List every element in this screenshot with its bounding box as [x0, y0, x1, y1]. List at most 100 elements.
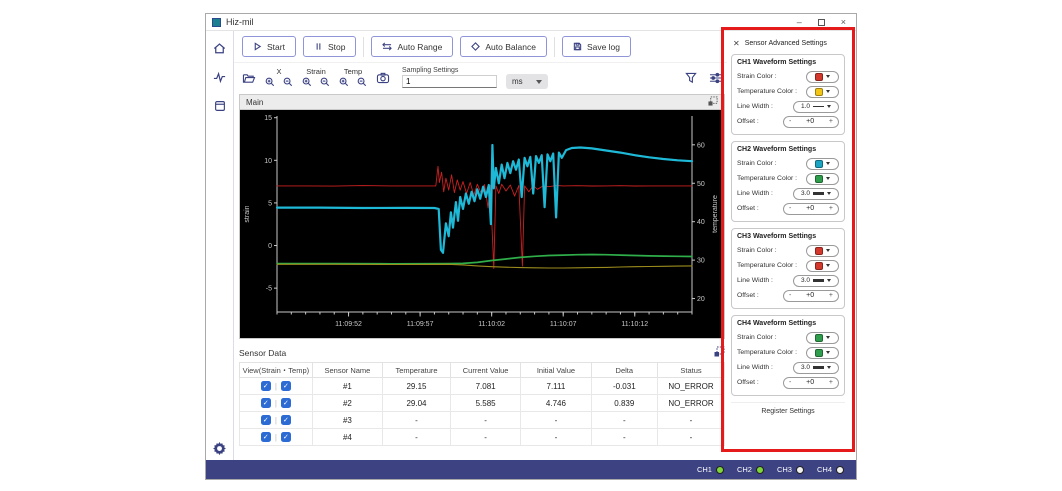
- strain-color-label: Strain Color :: [737, 160, 777, 167]
- home-icon[interactable]: [212, 40, 228, 56]
- float-window-icon[interactable]: [708, 93, 718, 111]
- zoom-out-temp-icon[interactable]: [357, 77, 367, 87]
- ch4-line-width-dropdown[interactable]: 3.0: [793, 361, 839, 374]
- waveform-icon[interactable]: [212, 69, 228, 85]
- ch2-line-width-dropdown[interactable]: 3.0: [793, 187, 839, 200]
- offset-minus-button[interactable]: -: [789, 292, 791, 299]
- offset-plus-button[interactable]: +: [829, 118, 833, 125]
- offset-plus-button[interactable]: +: [829, 205, 833, 212]
- zoom-in-strain-icon[interactable]: [302, 77, 312, 87]
- ch2-temp-color-dropdown[interactable]: [806, 172, 839, 185]
- sampling-settings: Sampling Settings: [402, 67, 497, 88]
- stop-button[interactable]: Stop: [302, 36, 357, 57]
- temp-view-checkbox[interactable]: ✓: [280, 415, 291, 425]
- ch3-line-width-dropdown[interactable]: 3.0: [793, 274, 839, 287]
- cell-status: NO_ERROR: [657, 394, 725, 412]
- start-button[interactable]: Start: [242, 36, 296, 57]
- offset-minus-button[interactable]: -: [789, 379, 791, 386]
- strain-view-checkbox[interactable]: ✓: [260, 432, 271, 442]
- ch3-temp-color-dropdown[interactable]: [806, 259, 839, 272]
- temp-view-checkbox[interactable]: ✓: [280, 381, 291, 391]
- maximize-button[interactable]: [817, 18, 825, 26]
- strain-view-checkbox[interactable]: ✓: [260, 381, 271, 391]
- ch4-waveform-settings: CH4 Waveform Settings Strain Color : Tem…: [731, 315, 845, 396]
- ch1-line-width-dropdown[interactable]: 1.0: [793, 100, 839, 113]
- ch4-offset-stepper[interactable]: - +0 +: [783, 376, 839, 389]
- offset-minus-button[interactable]: -: [789, 205, 791, 212]
- register-settings-button[interactable]: Register Settings: [731, 402, 845, 418]
- zoom-group-x: X: [265, 68, 293, 87]
- chevron-down-icon: [826, 177, 830, 180]
- open-folder-icon[interactable]: [242, 72, 256, 84]
- zoom-in-temp-icon[interactable]: [339, 77, 349, 87]
- offset-plus-button[interactable]: +: [829, 379, 833, 386]
- ch4-strain-color-dropdown[interactable]: [806, 331, 839, 344]
- temp-view-checkbox[interactable]: ✓: [280, 398, 291, 408]
- status-bar: CH1 CH2 CH3 CH4: [206, 460, 856, 479]
- auto-balance-button[interactable]: Auto Balance: [460, 36, 547, 57]
- float-window-icon[interactable]: [714, 344, 725, 362]
- line-sample: [813, 366, 825, 369]
- chevron-down-icon: [827, 366, 832, 369]
- cell-initial: -: [520, 411, 592, 429]
- panel-close-icon[interactable]: ✕: [733, 39, 740, 48]
- svg-text:10: 10: [264, 158, 272, 165]
- zoom-out-x-icon[interactable]: [283, 77, 293, 87]
- temp-color-label: Temperature Color :: [737, 88, 798, 95]
- close-button[interactable]: ×: [841, 17, 846, 27]
- zoom-out-strain-icon[interactable]: [320, 77, 330, 87]
- strain-view-checkbox[interactable]: ✓: [260, 415, 271, 425]
- line-width-value: 1.0: [800, 103, 811, 110]
- svg-text:40: 40: [697, 219, 705, 226]
- diamond-icon: [471, 42, 481, 51]
- save-log-button[interactable]: Save log: [561, 36, 632, 57]
- waveform-chart[interactable]: -5 0 5 10 15 20 30 40 50 60 11:09:52 11:09:57 11:10:…: [240, 110, 724, 338]
- temp-view-checkbox[interactable]: ✓: [280, 432, 291, 442]
- auto-range-button[interactable]: Auto Range: [371, 36, 454, 57]
- table-row: ✓ | ✓ #4 - - - - -: [239, 428, 725, 446]
- save-icon: [573, 42, 582, 51]
- temp-color-label: Temperature Color :: [737, 262, 798, 269]
- color-swatch: [815, 87, 823, 96]
- cell-current: -: [449, 428, 522, 446]
- offset-label: Offset :: [737, 292, 759, 299]
- status-ch4-label: CH4: [816, 465, 832, 474]
- offset-plus-button[interactable]: +: [829, 292, 833, 299]
- settings-gear-icon[interactable]: [212, 440, 228, 456]
- filter-icon[interactable]: [685, 72, 697, 84]
- temp-color-label: Temperature Color :: [737, 349, 798, 356]
- ch1-strain-color-dropdown[interactable]: [806, 70, 839, 83]
- strain-view-checkbox[interactable]: ✓: [260, 398, 271, 408]
- camera-snapshot-icon[interactable]: [376, 72, 390, 84]
- notebook-icon[interactable]: [212, 98, 228, 114]
- line-width-label: Line Width :: [737, 364, 773, 371]
- zoom-in-x-icon[interactable]: [265, 77, 275, 87]
- ch2-led-icon: [755, 465, 764, 474]
- strain-color-label: Strain Color :: [737, 73, 777, 80]
- chart-tab-main[interactable]: Main: [240, 95, 724, 110]
- ch2-offset-stepper[interactable]: - +0 +: [783, 202, 839, 215]
- ch3-offset-stepper[interactable]: - +0 +: [783, 289, 839, 302]
- cell-status: -: [657, 428, 725, 446]
- sampling-input[interactable]: [402, 75, 497, 88]
- ch4-temp-color-dropdown[interactable]: [806, 346, 839, 359]
- col-sensor-name: Sensor Name: [311, 362, 384, 378]
- chevron-down-icon: [826, 264, 830, 267]
- ch3-strain-color-dropdown[interactable]: [806, 244, 839, 257]
- cell-temperature: -: [382, 428, 451, 446]
- col-delta: Delta: [590, 362, 659, 378]
- ch2-strain-color-dropdown[interactable]: [806, 157, 839, 170]
- sensor-advanced-settings-panel: ✕ Sensor Advanced Settings CH1 Waveform …: [727, 32, 849, 447]
- ch1-offset-stepper[interactable]: - +0 +: [783, 115, 839, 128]
- unit-select[interactable]: ms: [506, 74, 548, 89]
- offset-minus-button[interactable]: -: [789, 118, 791, 125]
- tune-sliders-icon[interactable]: [709, 72, 722, 84]
- minimize-button[interactable]: –: [797, 17, 802, 27]
- status-ch2-label: CH2: [736, 465, 752, 474]
- svg-text:11:10:02: 11:10:02: [478, 321, 505, 328]
- zoom-temp-label: Temp: [343, 67, 363, 77]
- cell-delta: 0.839: [590, 394, 659, 412]
- ch1-temp-color-dropdown[interactable]: [806, 85, 839, 98]
- sensor-data-title: Sensor Data: [239, 347, 287, 358]
- checkbox-separator: |: [274, 398, 277, 408]
